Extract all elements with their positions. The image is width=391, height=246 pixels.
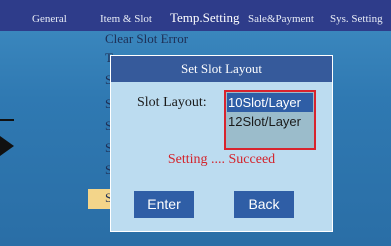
back-button[interactable]: Back bbox=[234, 191, 294, 218]
tab-sys-setting[interactable]: Sys. Setting bbox=[330, 11, 383, 27]
tab-item-slot[interactable]: Item & Slot bbox=[100, 11, 152, 27]
menu-item-clear-slot-error[interactable]: Clear Slot Error bbox=[105, 31, 188, 47]
enter-button[interactable]: Enter bbox=[134, 191, 194, 218]
tab-temp-setting[interactable]: Temp.Setting bbox=[170, 10, 240, 26]
dialog-title: Set Slot Layout bbox=[111, 56, 332, 82]
status-message: Setting .... Succeed bbox=[167, 152, 276, 167]
slot-layout-options[interactable]: 10Slot/Layer 12Slot/Layer bbox=[224, 90, 316, 150]
tab-bar: General Item & Slot Temp.Setting Sale&Pa… bbox=[0, 0, 391, 31]
option-12-slot-per-layer[interactable]: 12Slot/Layer bbox=[227, 112, 313, 131]
option-10-slot-per-layer[interactable]: 10Slot/Layer bbox=[227, 93, 313, 112]
pointer-arrow-line bbox=[0, 119, 14, 121]
pointer-arrow-icon bbox=[0, 136, 14, 156]
tab-general[interactable]: General bbox=[32, 11, 67, 27]
set-slot-layout-dialog: Set Slot Layout Slot Layout: 10Slot/Laye… bbox=[110, 55, 333, 232]
settings-screen: General Item & Slot Temp.Setting Sale&Pa… bbox=[0, 0, 391, 246]
tab-sale-payment[interactable]: Sale&Payment bbox=[248, 11, 314, 27]
slot-layout-label: Slot Layout: bbox=[137, 95, 207, 110]
